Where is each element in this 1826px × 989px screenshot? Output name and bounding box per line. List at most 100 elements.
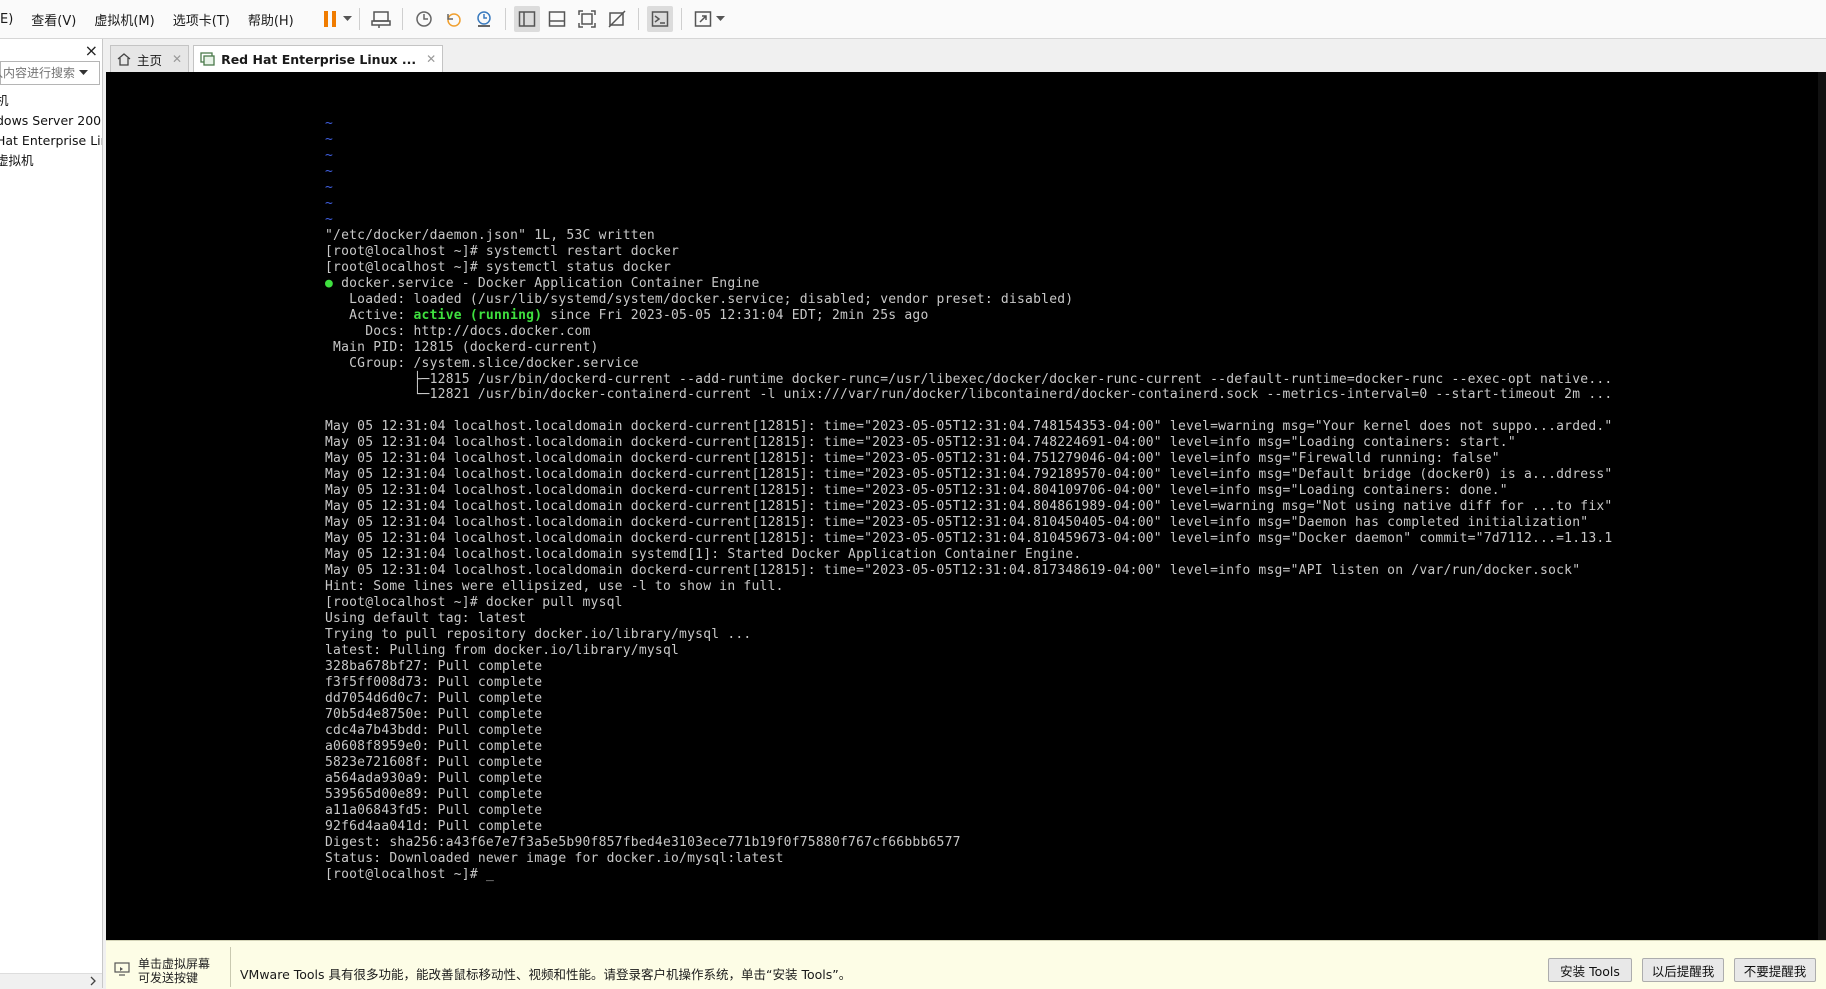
install-tools-button[interactable]: 安装 Tools: [1548, 958, 1632, 982]
click-to-send-keys-hint: 单击虚拟屏幕 可发送按键: [114, 957, 210, 985]
tab-bar: 主页 ✕ Red Hat Enterprise Linux ... ✕: [106, 39, 1826, 72]
show-library-button[interactable]: [513, 6, 540, 32]
terminal-layer-line: f3f5ff008d73: Pull complete: [325, 674, 543, 690]
terminal-line-cgroup: CGroup: /system.slice/docker.service: [325, 355, 639, 371]
terminal-layer-line: 5823e721608f: Pull complete: [325, 754, 543, 770]
library-item-shared-vms[interactable]: 虚拟机: [0, 151, 102, 171]
terminal-line-mainpid: Main PID: 12815 (dockerd-current): [325, 339, 599, 355]
stretch-view-button[interactable]: [690, 6, 716, 32]
terminal-log-line: May 05 12:31:04 localhost.localdomain do…: [325, 515, 1589, 531]
terminal-log-line: May 05 12:31:04 localhost.localdomain do…: [325, 499, 1613, 515]
terminal-status-line: Status: Downloaded newer image for docke…: [325, 850, 784, 866]
terminal-line-active: Active: active (running) since Fri 2023-…: [325, 308, 1612, 324]
keyboard-hint-icon: [114, 962, 130, 976]
terminal-line-cmd: [root@localhost ~]# systemctl restart do…: [325, 243, 680, 259]
vim-tilde: ~: [325, 179, 334, 195]
library-item-my-computer[interactable]: 机: [0, 91, 102, 111]
library-header: ×: [0, 39, 102, 61]
snapshot-button[interactable]: [411, 6, 437, 32]
power-dropdown-icon[interactable]: [343, 16, 353, 22]
unity-mode-button[interactable]: [604, 6, 630, 32]
revert-snapshot-icon: [446, 13, 461, 27]
notification-divider: [230, 947, 231, 987]
console-view-button[interactable]: [646, 6, 673, 32]
terminal-line-docs: Docs: http://docs.docker.com: [325, 323, 591, 339]
terminal-layer-line: 328ba678bf27: Pull complete: [325, 658, 543, 674]
menu-tabs[interactable]: 选项卡(T): [164, 10, 239, 29]
terminal-layer-line: 70b5d4e8750e: Pull complete: [325, 706, 543, 722]
vim-tilde: ~: [325, 195, 334, 211]
console-icon: [651, 11, 668, 27]
terminal-output: ~ ~ ~ ~ ~ ~ ~ "/etc/docker/daemon.json" 1L, 53C…: [325, 116, 1612, 883]
toolbar-divider: [680, 8, 682, 30]
terminal-line-cmd: [root@localhost ~]# systemctl status doc…: [325, 259, 672, 275]
status-bullet: ●: [325, 275, 334, 291]
library-horizontal-scrollbar[interactable]: [0, 973, 102, 988]
terminal-log-line: May 05 12:31:04 localhost.localdomain sy…: [325, 547, 1082, 563]
home-icon: [117, 52, 131, 66]
tab-rhel-vm-label: Red Hat Enterprise Linux ...: [221, 51, 417, 67]
send-keys-icon: [370, 11, 391, 28]
pause-vm-button[interactable]: [317, 6, 343, 32]
library-item-rhel[interactable]: Hat Enterprise Lin: [0, 131, 102, 151]
tab-home[interactable]: 主页 ✕: [110, 45, 190, 72]
menu-edit[interactable]: E): [0, 12, 22, 27]
terminal-layer-line: a564ada930a9: Pull complete: [325, 770, 543, 786]
close-tab-icon[interactable]: ✕: [426, 52, 436, 66]
remind-later-button[interactable]: 以后提醒我: [1642, 958, 1724, 982]
terminal-log-line: May 05 12:31:04 localhost.localdomain do…: [325, 467, 1613, 483]
close-library-icon[interactable]: ×: [85, 41, 98, 60]
active-status: active (running): [413, 307, 543, 323]
library-search: [0, 61, 100, 85]
terminal-layer-line: cdc4a7b43bdd: Pull complete: [325, 722, 543, 738]
full-screen-button[interactable]: [574, 6, 600, 32]
vim-tilde: ~: [325, 211, 334, 227]
terminal-prompt-line: [root@localhost ~]# _: [325, 867, 1612, 883]
terminal-log-line: May 05 12:31:04 localhost.localdomain do…: [325, 563, 1581, 579]
vm-icon: [200, 52, 215, 66]
vim-tilde: ~: [325, 116, 334, 131]
library-item-windows-server[interactable]: dows Server 2008: [0, 111, 102, 131]
vmware-tools-notification: 单击虚拟屏幕 可发送按键 VMware Tools 具有很多功能，能改善鼠标移动…: [106, 940, 1826, 989]
tab-rhel-vm[interactable]: Red Hat Enterprise Linux ... ✕: [193, 45, 444, 72]
revert-snapshot-button[interactable]: [441, 6, 467, 32]
close-tab-icon[interactable]: ✕: [172, 52, 182, 66]
library-panel: × 机 dows Server 2008 Hat Enterprise Lin …: [0, 39, 103, 988]
never-remind-button[interactable]: 不要提醒我: [1734, 958, 1816, 982]
vm-console[interactable]: ~ ~ ~ ~ ~ ~ ~ "/etc/docker/daemon.json" 1L, 53C…: [106, 72, 1826, 940]
hint-line-2: 可发送按键: [138, 971, 199, 985]
terminal-layer-line: 92f6d4aa041d: Pull complete: [325, 818, 543, 834]
toolbar-divider: [637, 8, 639, 30]
send-ctrl-alt-del-button[interactable]: [368, 6, 394, 32]
menu-view[interactable]: 查看(V): [22, 10, 85, 29]
terminal-log-line: May 05 12:31:04 localhost.localdomain do…: [325, 483, 1508, 499]
console-scrollbar[interactable]: [1818, 72, 1826, 940]
vim-tilde: ~: [325, 131, 334, 147]
terminal-digest-line: Digest: sha256:a43f6e7e7f3a5e5b90f857fbe…: [325, 834, 961, 850]
terminal-log-line: May 05 12:31:04 localhost.localdomain do…: [325, 435, 1516, 451]
service-name: docker.service - Docker Application Cont…: [333, 275, 760, 291]
pause-icon: [323, 11, 336, 27]
menu-bar: E) 查看(V) 虚拟机(M) 选项卡(T) 帮助(H): [0, 0, 1826, 39]
terminal-line-loaded: Loaded: loaded (/usr/lib/systemd/system/…: [325, 291, 1074, 307]
menu-vm[interactable]: 虚拟机(M): [85, 10, 163, 29]
chevron-down-icon[interactable]: [79, 70, 88, 76]
hint-text: 单击虚拟屏幕 可发送按键: [138, 957, 210, 985]
terminal-layer-line: a0608f8959e0: Pull complete: [325, 738, 543, 754]
terminal-log-line: May 05 12:31:04 localhost.localdomain do…: [325, 531, 1613, 547]
vmware-tools-message: VMware Tools 具有很多功能，能改善鼠标移动性、视频和性能。请登录客户…: [240, 967, 852, 982]
stretch-dropdown-icon[interactable]: [716, 16, 726, 22]
scroll-right-icon[interactable]: [88, 975, 98, 987]
snapshot-manager-icon: [476, 11, 491, 27]
terminal-line-cgroup-proc: └─12821 /usr/bin/docker-containerd-curre…: [325, 387, 1613, 403]
terminal-layer-line: dd7054d6d0c7: Pull complete: [325, 690, 543, 706]
terminal-line: latest: Pulling from docker.io/library/m…: [325, 642, 680, 658]
library-search-input[interactable]: [0, 66, 77, 80]
menu-help[interactable]: 帮助(H): [239, 10, 303, 29]
terminal-line: Hint: Some lines were ellipsized, use -l…: [325, 579, 784, 595]
thumbnail-bar-button[interactable]: [544, 6, 570, 32]
active-label: Active:: [325, 307, 414, 323]
terminal-line: Trying to pull repository docker.io/libr…: [325, 627, 752, 642]
snapshot-manager-button[interactable]: [471, 6, 497, 32]
